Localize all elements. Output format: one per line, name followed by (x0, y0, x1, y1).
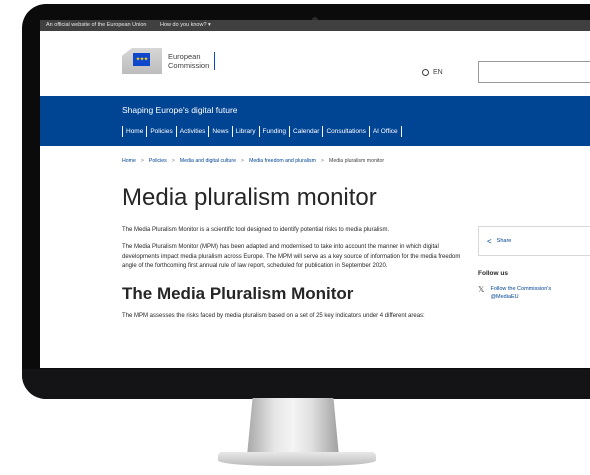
follow-link[interactable]: 𝕏 Follow the Commission's @MediaEU (478, 285, 590, 301)
nav-item-policies[interactable]: Policies (146, 126, 175, 137)
nav-item-calendar[interactable]: Calendar (289, 126, 322, 137)
breadcrumb-media-freedom[interactable]: Media freedom and pluralism (249, 158, 316, 164)
monitor-chin (22, 369, 590, 399)
share-label: Share (496, 238, 512, 244)
breadcrumb-home[interactable]: Home (122, 158, 136, 164)
browser-screen: An official website of the European Unio… (40, 20, 590, 368)
page-title: Media pluralism monitor (122, 184, 377, 211)
eu-flag-icon: ✦✦✦ (133, 53, 150, 66)
globe-icon (422, 69, 429, 76)
nav-item-home[interactable]: Home (122, 126, 146, 137)
main-nav: Home Policies Activities News Library Fu… (122, 126, 402, 137)
share-icon: < (487, 236, 492, 246)
intro-paragraph: The Media Pluralism Monitor (MPM) has be… (122, 244, 461, 269)
chevron-right-icon: > (171, 158, 175, 164)
nav-item-library[interactable]: Library (231, 126, 259, 137)
site-navigation-bar: Shaping Europe's digital future Home Pol… (40, 96, 590, 146)
language-label: EN (433, 69, 443, 76)
nav-item-news[interactable]: News (208, 126, 231, 137)
nav-item-activities[interactable]: Activities (175, 126, 209, 137)
site-header: ✦✦✦ European Commission EN (40, 31, 590, 96)
breadcrumb: Home > Policies > Media and digital cult… (122, 158, 384, 164)
x-twitter-icon: 𝕏 (478, 285, 485, 294)
chevron-down-icon[interactable]: ▾ (208, 22, 211, 28)
nav-item-consultations[interactable]: Consultations (322, 126, 368, 137)
logo-line-1: European (168, 52, 201, 61)
follow-link-text[interactable]: Follow the Commission's @MediaEU (490, 285, 551, 301)
monitor-stand-neck (247, 398, 339, 456)
section-paragraph: The MPM assesses the risks faced by medi… (122, 312, 425, 319)
breadcrumb-policies[interactable]: Policies (149, 158, 167, 164)
european-commission-logo[interactable]: ✦✦✦ European Commission (122, 48, 216, 74)
nav-item-funding[interactable]: Funding (258, 126, 290, 137)
logo-line-2: Commission (168, 61, 210, 70)
section-heading: The Media Pluralism Monitor (122, 283, 354, 303)
breadcrumb-media-digital-culture[interactable]: Media and digital culture (180, 158, 236, 164)
follow-line-1: Follow the Commission's (490, 286, 552, 292)
search-input[interactable] (478, 61, 590, 83)
official-text: An official website of the European Unio… (46, 22, 147, 28)
chevron-right-icon: > (320, 158, 324, 164)
nav-item-ai-office[interactable]: AI Office (368, 126, 402, 137)
official-site-bar: An official website of the European Unio… (40, 20, 590, 31)
chevron-right-icon: > (140, 158, 144, 164)
breadcrumb-current: Media pluralism monitor (329, 158, 385, 164)
how-do-you-know-link[interactable]: How do you know? (160, 22, 206, 28)
main-content: The Media Pluralism Monitor is a scienti… (122, 226, 468, 321)
monitor-stand-base (218, 452, 376, 466)
share-button[interactable]: < Share (478, 226, 590, 256)
chevron-right-icon: > (241, 158, 245, 164)
logo-text: European Commission (168, 52, 216, 70)
site-title[interactable]: Shaping Europe's digital future (122, 105, 238, 115)
follow-us-heading: Follow us (478, 270, 508, 277)
language-selector[interactable]: EN (422, 69, 443, 76)
lead-paragraph: The Media Pluralism Monitor is a scienti… (122, 227, 390, 233)
follow-line-2: @MediaEU (490, 294, 519, 300)
sidebar: < Share Follow us 𝕏 Follow the Commissio… (478, 226, 590, 301)
